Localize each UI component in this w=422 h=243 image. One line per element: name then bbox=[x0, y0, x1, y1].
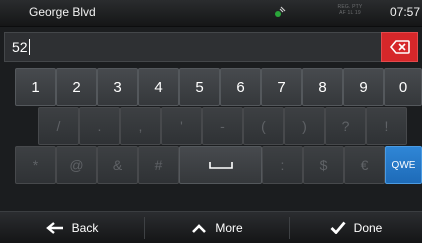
key-9[interactable]: 9 bbox=[343, 68, 384, 106]
key-close-paren[interactable]: ) bbox=[284, 107, 325, 145]
text-caret bbox=[29, 39, 30, 55]
key-2[interactable]: 2 bbox=[56, 68, 97, 106]
satellite-icon bbox=[275, 6, 286, 17]
back-label: Back bbox=[71, 220, 99, 235]
keyboard-row-symbols: * @ & # : $ € QWE bbox=[0, 146, 422, 186]
checkmark-icon bbox=[330, 221, 346, 234]
key-3[interactable]: 3 bbox=[97, 68, 138, 106]
key-8[interactable]: 8 bbox=[302, 68, 343, 106]
key-asterisk[interactable]: * bbox=[15, 146, 56, 184]
keyboard-row-digits: 1 2 3 4 5 6 7 8 9 0 bbox=[0, 68, 422, 108]
done-button[interactable]: Done bbox=[290, 212, 422, 243]
key-slash[interactable]: / bbox=[38, 107, 79, 145]
key-hash[interactable]: # bbox=[138, 146, 179, 184]
bottom-nav-bar: Back More Done bbox=[0, 211, 422, 243]
key-open-paren[interactable]: ( bbox=[243, 107, 284, 145]
done-label: Done bbox=[353, 220, 383, 235]
regulatory-line-2: AF 1L 19 bbox=[339, 10, 361, 16]
key-exclamation[interactable]: ! bbox=[366, 107, 407, 145]
keyboard-row-punctuation: / . , ' - ( ) ? ! bbox=[0, 107, 422, 147]
current-street-label: George Blvd bbox=[29, 5, 96, 19]
key-0[interactable]: 0 bbox=[384, 68, 422, 106]
key-hyphen[interactable]: - bbox=[202, 107, 243, 145]
key-dollar[interactable]: $ bbox=[303, 146, 344, 184]
key-7[interactable]: 7 bbox=[261, 68, 302, 106]
more-button[interactable]: More bbox=[145, 212, 289, 243]
clock: 07:57 bbox=[389, 5, 420, 19]
key-euro[interactable]: € bbox=[344, 146, 385, 184]
more-label: More bbox=[215, 220, 243, 235]
key-5[interactable]: 5 bbox=[179, 68, 220, 106]
key-comma[interactable]: , bbox=[120, 107, 161, 145]
back-button[interactable]: Back bbox=[0, 212, 144, 243]
chevron-up-icon bbox=[192, 223, 207, 233]
key-4[interactable]: 4 bbox=[138, 68, 179, 106]
space-bar-icon bbox=[208, 162, 233, 169]
house-number-field[interactable]: 52 bbox=[4, 32, 418, 62]
status-bar: George Blvd REG. PTY AF 1L 19 07:57 bbox=[0, 0, 422, 27]
backspace-icon bbox=[389, 40, 410, 54]
key-6[interactable]: 6 bbox=[220, 68, 261, 106]
space-key[interactable] bbox=[179, 146, 262, 184]
qwe-layout-button[interactable]: QWE bbox=[385, 146, 422, 184]
backspace-button[interactable] bbox=[381, 32, 418, 62]
arrow-left-icon bbox=[45, 221, 63, 234]
key-question[interactable]: ? bbox=[325, 107, 366, 145]
key-at[interactable]: @ bbox=[56, 146, 97, 184]
key-apostrophe[interactable]: ' bbox=[161, 107, 202, 145]
key-colon[interactable]: : bbox=[262, 146, 303, 184]
key-period[interactable]: . bbox=[79, 107, 120, 145]
key-ampersand[interactable]: & bbox=[97, 146, 138, 184]
regulatory-label: REG. PTY AF 1L 19 bbox=[333, 4, 367, 16]
key-1[interactable]: 1 bbox=[15, 68, 56, 106]
house-number-value: 52 bbox=[12, 39, 28, 55]
